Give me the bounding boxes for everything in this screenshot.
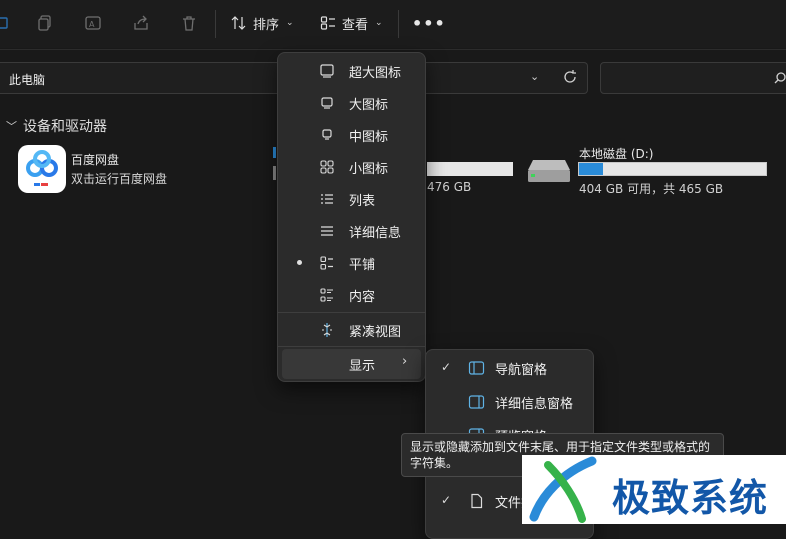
drive-d-free-text: 404 GB 可用，共 465 GB — [579, 182, 724, 196]
toolbar-separator — [215, 10, 216, 38]
copy-icon[interactable] — [34, 12, 56, 34]
chevron-down-icon: ﹀ — [6, 120, 17, 133]
file-icon — [468, 493, 485, 509]
address-path: 此电脑 — [9, 73, 46, 87]
drive-c-icon — [273, 147, 276, 158]
small-icons-grid-icon — [319, 159, 335, 175]
baidu-netdisk-subtitle: 双击运行百度网盘 — [71, 172, 168, 186]
refresh-icon[interactable] — [562, 69, 580, 87]
address-history-chevron-icon[interactable]: ⌄ — [530, 70, 539, 83]
compact-view-icon — [319, 322, 335, 338]
more-options-button[interactable]: ••• — [412, 14, 446, 33]
menu-item-tiles[interactable]: 平铺 — [282, 248, 421, 278]
delete-icon[interactable] — [178, 12, 200, 34]
drive-c-usage-bar — [427, 162, 513, 176]
drive-d-usage-fill — [579, 163, 604, 175]
svg-text:A: A — [89, 20, 95, 29]
submenu-item-details-pane[interactable]: 详细信息窗格 — [430, 387, 589, 417]
menu-item-medium-icons[interactable]: 中图标 — [282, 120, 421, 150]
menu-item-show[interactable]: 显示 › — [282, 349, 421, 379]
menu-item-small-icons[interactable]: 小图标 — [282, 152, 421, 182]
monitor-small-icon — [319, 127, 335, 143]
submenu-item-navigation-pane[interactable]: ✓ 导航窗格 — [430, 353, 589, 383]
chevron-down-icon: ⌄ — [375, 18, 383, 28]
drive-c-icon-base — [273, 166, 276, 180]
menu-item-extra-large-icons[interactable]: 超大图标 — [282, 56, 421, 86]
search-box[interactable] — [600, 62, 786, 94]
chevron-right-icon: › — [402, 354, 408, 369]
menu-item-large-icons[interactable]: 大图标 — [282, 88, 421, 118]
group-header-devices[interactable]: ﹀ 设备和驱动器 — [6, 116, 107, 136]
sort-button[interactable]: 排序 ⌄ — [231, 12, 294, 34]
chevron-down-icon: ⌄ — [286, 18, 294, 28]
navigation-pane-icon — [468, 360, 485, 376]
toolbar-separator — [398, 10, 399, 38]
list-icon — [319, 191, 335, 207]
command-bar: A 排序 ⌄ 查看 ⌄ ••• — [0, 0, 786, 48]
watermark-logo-icon — [529, 456, 597, 523]
search-icon — [773, 71, 786, 89]
details-icon — [319, 223, 335, 239]
drive-d-usage-bar — [578, 162, 767, 176]
group-title: 设备和驱动器 — [23, 119, 107, 135]
tiles-icon — [319, 255, 335, 271]
content-icon — [319, 287, 335, 303]
view-label: 查看 — [342, 17, 369, 33]
sort-label: 排序 — [253, 17, 280, 33]
menu-separator — [278, 346, 425, 347]
share-icon[interactable] — [130, 12, 152, 34]
monitor-large-icon — [319, 63, 335, 79]
menu-separator — [278, 312, 425, 313]
baidu-netdisk-logo-icon — [18, 145, 66, 193]
monitor-icon — [319, 95, 335, 111]
menu-item-content[interactable]: 内容 — [282, 280, 421, 310]
menu-item-list[interactable]: 列表 — [282, 184, 421, 214]
checkmark-icon: ✓ — [441, 493, 452, 507]
cut-icon[interactable] — [0, 12, 14, 34]
sort-icon — [231, 16, 246, 30]
rename-icon[interactable]: A — [82, 12, 104, 34]
menu-item-compact-view[interactable]: 紧凑视图 — [282, 315, 421, 345]
view-button[interactable]: 查看 ⌄ — [320, 12, 383, 34]
checkmark-icon: ✓ — [441, 360, 452, 374]
drive-c-size-text: 476 GB — [427, 180, 472, 194]
details-pane-icon — [468, 394, 485, 410]
view-icon — [320, 16, 335, 30]
watermark: 极致系统 — [522, 455, 786, 524]
drive-d-title[interactable]: 本地磁盘 (D:) — [579, 145, 653, 162]
selected-bullet-icon — [297, 260, 302, 265]
baidu-netdisk-name: 百度网盘 — [71, 153, 120, 167]
watermark-text: 极致系统 — [612, 476, 769, 520]
toolbar-divider — [0, 49, 786, 50]
view-menu: 超大图标 大图标 中图标 小图标 列表 详细信息 平铺 内容 紧凑视图 显示 › — [277, 52, 426, 382]
hard-drive-icon[interactable] — [527, 158, 571, 184]
menu-item-details[interactable]: 详细信息 — [282, 216, 421, 246]
